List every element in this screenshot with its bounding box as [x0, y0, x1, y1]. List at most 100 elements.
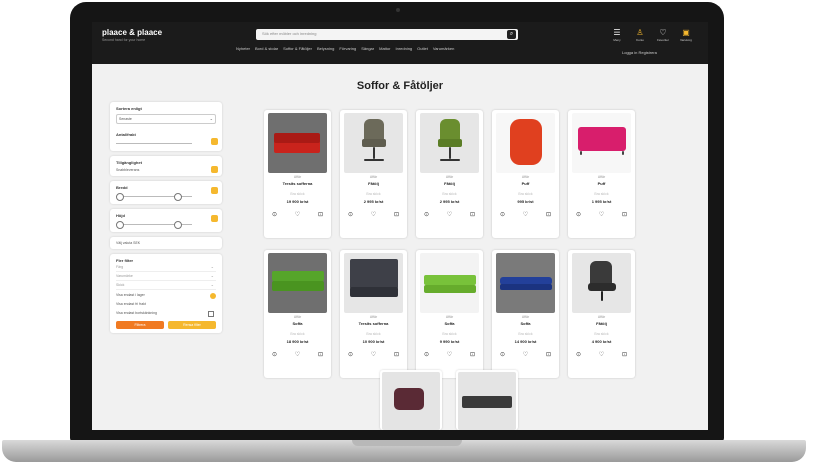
heart-icon[interactable]: ♡: [295, 211, 300, 218]
info-icon[interactable]: ⊙: [272, 351, 277, 358]
availability-value[interactable]: Snabbleverans: [116, 168, 216, 172]
heart-icon[interactable]: ♡: [447, 351, 452, 358]
heart-icon[interactable]: ♡: [447, 211, 452, 218]
product-image[interactable]: [344, 253, 403, 313]
toggle-switch[interactable]: [210, 293, 216, 299]
product-card[interactable]: Affär Fåtölj Bra skick 4 900 kr/st ⊙ ♡ ⊡: [568, 250, 635, 378]
check-row[interactable]: Visa endast i lager: [116, 293, 216, 299]
cart-icon[interactable]: ⊡: [546, 351, 551, 358]
width-apply-button[interactable]: [211, 187, 218, 194]
width-slider[interactable]: [116, 192, 216, 201]
heart-icon[interactable]: ♡: [371, 211, 376, 218]
info-icon[interactable]: ⊙: [424, 351, 429, 358]
cart-icon[interactable]: ⊡: [394, 351, 399, 358]
sort-select[interactable]: Senaste ⌄: [116, 114, 216, 124]
info-icon[interactable]: ⊙: [576, 211, 581, 218]
price-apply-button[interactable]: [211, 138, 218, 145]
height-apply-button[interactable]: [211, 215, 218, 222]
check-row[interactable]: Visa endast fri frakt: [116, 302, 216, 308]
cart-icon[interactable]: ⊡: [622, 211, 627, 218]
check-row[interactable]: Visa endast bortskänkning: [116, 311, 216, 317]
cart-icon[interactable]: ⊡: [470, 211, 475, 218]
apply-filter-button[interactable]: Filtrera: [116, 321, 164, 329]
product-card-partial[interactable]: [456, 370, 518, 430]
heart-icon[interactable]: ♡: [371, 351, 376, 358]
price-slider[interactable]: [116, 139, 216, 147]
product-image[interactable]: [420, 253, 479, 313]
info-icon[interactable]: ⊙: [272, 211, 277, 218]
info-icon[interactable]: ⊙: [500, 211, 505, 218]
nav-item[interactable]: Förvaring: [339, 46, 356, 51]
currency-select[interactable]: Välj valuta SEK: [116, 241, 216, 245]
favorites-button[interactable]: ♡ Favoriter: [656, 27, 670, 43]
filter-buttons: Filtrera Rensa filter: [116, 321, 216, 329]
product-card[interactable]: Affär Tresits sofferna Bra skick 10 900 …: [340, 250, 407, 378]
cart-icon[interactable]: ⊡: [318, 211, 323, 218]
heart-icon[interactable]: ♡: [295, 351, 300, 358]
account-button[interactable]: ♙ Konto: [633, 27, 647, 43]
cart-button[interactable]: ▣ Varukorg: [679, 27, 693, 43]
nav-item[interactable]: Bord & stolar: [255, 46, 278, 51]
product-card[interactable]: Affär Puff Bra skick 995 kr/st ⊙ ♡ ⊡: [492, 110, 559, 238]
search-button[interactable]: ⌕: [507, 30, 516, 39]
product-quality: Bra skick: [366, 332, 381, 336]
height-slider[interactable]: [116, 220, 216, 229]
product-card[interactable]: Affär Tresits sofferna Bra skick 19 900 …: [264, 110, 331, 238]
cart-icon[interactable]: ⊡: [622, 351, 627, 358]
sort-value: Senaste: [119, 117, 132, 121]
product-card[interactable]: Affär Fåtölj Bra skick 2 995 kr/st ⊙ ♡ ⊡: [340, 110, 407, 238]
heart-icon[interactable]: ♡: [599, 351, 604, 358]
menu-button[interactable]: ☰ Meny: [610, 27, 624, 43]
nav-item[interactable]: Varumärken: [433, 46, 455, 51]
product-grid: Affär Tresits sofferna Bra skick 19 900 …: [264, 110, 644, 378]
product-card[interactable]: Affär Soffa Bra skick 14 900 kr/st ⊙ ♡ ⊡: [492, 250, 559, 378]
product-card[interactable]: Affär Soffa Bra skick 18 900 kr/st ⊙ ♡ ⊡: [264, 250, 331, 378]
cart-icon[interactable]: ⊡: [470, 351, 475, 358]
product-card[interactable]: Affär Soffa Bra skick 9 990 kr/st ⊙ ♡ ⊡: [416, 250, 483, 378]
nav-item[interactable]: Outlet: [417, 46, 428, 51]
product-image[interactable]: [268, 113, 327, 173]
info-icon[interactable]: ⊙: [348, 211, 353, 218]
filter-row[interactable]: Färg ⌄: [116, 263, 216, 272]
info-icon[interactable]: ⊙: [500, 351, 505, 358]
slider-handle[interactable]: [174, 193, 182, 201]
slider-handle[interactable]: [116, 193, 124, 201]
checkbox[interactable]: [208, 311, 214, 317]
search-bar[interactable]: Sök efter möbler och inredning ⌕: [256, 29, 518, 40]
nav-item[interactable]: Belysning: [317, 46, 334, 51]
product-price: 2 995 kr/st: [363, 199, 384, 204]
product-image[interactable]: [572, 253, 631, 313]
product-card[interactable]: Affär Puff Bra skick 1 995 kr/st ⊙ ♡ ⊡: [568, 110, 635, 238]
cart-icon[interactable]: ⊡: [394, 211, 399, 218]
reset-filter-button[interactable]: Rensa filter: [168, 321, 216, 329]
product-image[interactable]: [420, 113, 479, 173]
product-card-partial[interactable]: [380, 370, 442, 430]
nav-item[interactable]: Mattor: [379, 46, 390, 51]
product-image[interactable]: [344, 113, 403, 173]
nav-item[interactable]: Sängar: [361, 46, 374, 51]
heart-icon[interactable]: ♡: [523, 211, 528, 218]
product-image[interactable]: [572, 113, 631, 173]
cart-icon[interactable]: ⊡: [546, 211, 551, 218]
product-price: 10 900 kr/st: [362, 339, 385, 344]
slider-handle[interactable]: [174, 221, 182, 229]
heart-icon[interactable]: ♡: [523, 351, 528, 358]
product-image[interactable]: [268, 253, 327, 313]
nav-item[interactable]: Soffor & Fåtöljer: [283, 46, 312, 51]
filter-row[interactable]: Skick ⌄: [116, 281, 216, 290]
info-icon[interactable]: ⊙: [424, 211, 429, 218]
availability-apply-button[interactable]: [211, 166, 218, 173]
cart-icon[interactable]: ⊡: [318, 351, 323, 358]
site-logo[interactable]: plaace & plaace: [102, 28, 162, 37]
nav-item[interactable]: Nyheter: [236, 46, 250, 51]
product-image[interactable]: [496, 253, 555, 313]
login-links[interactable]: Logga in Registrera: [622, 50, 657, 55]
product-image[interactable]: [496, 113, 555, 173]
nav-item[interactable]: Inredning: [395, 46, 412, 51]
heart-icon[interactable]: ♡: [599, 211, 604, 218]
info-icon[interactable]: ⊙: [576, 351, 581, 358]
filter-row[interactable]: Varumärke ⌄: [116, 272, 216, 281]
slider-handle[interactable]: [116, 221, 124, 229]
info-icon[interactable]: ⊙: [348, 351, 353, 358]
product-card[interactable]: Affär Fåtölj Bra skick 2 995 kr/st ⊙ ♡ ⊡: [416, 110, 483, 238]
